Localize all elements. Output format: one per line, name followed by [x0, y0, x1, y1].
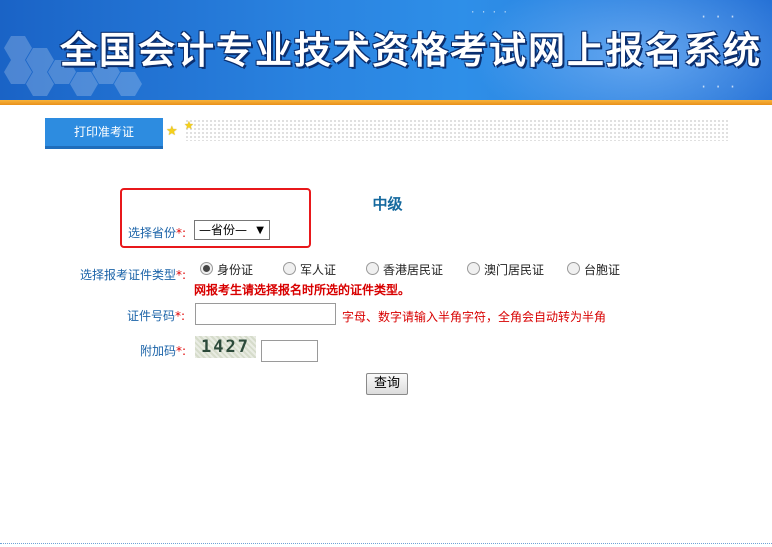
hexagon-decoration — [70, 72, 98, 96]
id-type-label: 选择报考证件类型*: — [80, 268, 187, 282]
star-icon: ★ — [166, 124, 178, 139]
footer-divider — [0, 543, 772, 545]
header-banner: · · · · · · · · · · 全国会计专业技术资格考试网上报名系统 — [0, 0, 772, 100]
hexagon-decoration — [26, 48, 54, 72]
decor-numbers: · · · · — [470, 8, 508, 18]
required-mark: *: — [176, 226, 187, 240]
radio-button-icon[interactable] — [567, 262, 580, 275]
captcha-label: 附加码*: — [140, 344, 187, 358]
radio-hongkong-card[interactable]: 香港居民证 — [366, 261, 443, 278]
radio-macao-card[interactable]: 澳门居民证 — [467, 261, 544, 278]
radio-button-icon[interactable] — [283, 262, 296, 275]
tab-print-admission-ticket[interactable]: 打印准考证 — [45, 118, 163, 149]
exam-level-heading: 中级 — [372, 195, 403, 213]
decor-numbers: · · · — [700, 80, 737, 94]
star-icon: ★ — [184, 119, 194, 132]
tab-strip-dots — [185, 119, 730, 141]
radio-military-card[interactable]: 军人证 — [283, 261, 336, 278]
hexagon-decoration — [26, 72, 54, 96]
radio-taiwan-card[interactable]: 台胞证 — [567, 261, 620, 278]
captcha-image[interactable]: 1427 — [195, 336, 256, 358]
radio-id-card[interactable]: 身份证 — [200, 261, 253, 278]
required-mark: *: — [176, 268, 187, 282]
id-number-input[interactable] — [195, 303, 336, 325]
radio-button-icon[interactable] — [467, 262, 480, 275]
required-mark: *: — [175, 309, 186, 323]
radio-button-icon[interactable] — [366, 262, 379, 275]
system-title: 全国会计专业技术资格考试网上报名系统 — [60, 28, 762, 72]
hexagon-decoration — [4, 60, 32, 84]
captcha-input[interactable] — [261, 340, 318, 362]
required-mark: *: — [176, 344, 187, 358]
province-select[interactable]: —省份— ▼ — [194, 220, 270, 240]
radio-button-icon[interactable] — [200, 262, 213, 275]
hexagon-decoration — [114, 72, 142, 96]
dropdown-arrow-icon: ▼ — [256, 225, 264, 236]
province-label: 选择省份*: — [128, 226, 187, 240]
query-button[interactable]: 查询 — [366, 373, 408, 395]
id-number-label: 证件号码*: — [127, 309, 186, 323]
id-number-hint: 字母、数字请输入半角字符，全角会自动转为半角 — [342, 310, 607, 324]
id-type-warning: 网报考生请选择报名时所选的证件类型。 — [194, 283, 411, 297]
province-select-value: —省份— — [199, 223, 248, 237]
hexagon-decoration — [4, 36, 32, 60]
header-bottom-bar — [0, 100, 772, 105]
